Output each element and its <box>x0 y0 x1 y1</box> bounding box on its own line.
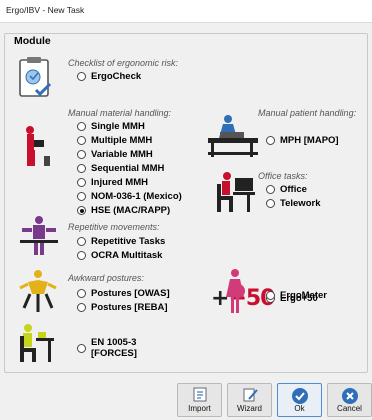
radio-office[interactable]: Office <box>266 184 307 195</box>
radio-label: Variable MMH <box>91 149 153 160</box>
radio-button[interactable] <box>77 343 86 353</box>
radio-button[interactable] <box>77 122 86 131</box>
repetitive-figure-icon <box>20 216 58 255</box>
cancel-label: Cancel <box>337 404 362 413</box>
radio-label: Sequential MMH <box>91 163 165 174</box>
radio-button[interactable] <box>77 237 86 246</box>
module-group-label: Module <box>12 35 53 47</box>
radio-repetitive-tasks[interactable]: Repetitive Tasks <box>77 236 165 247</box>
radio-button[interactable] <box>266 199 275 208</box>
radio-injured-mmh[interactable]: Injured MMH <box>77 177 148 188</box>
wizard-icon <box>243 388 258 402</box>
wizard-button[interactable]: Wizard <box>227 383 272 417</box>
close-icon <box>341 388 358 404</box>
window-title: Ergo/IBV - New Task <box>6 5 85 15</box>
cancel-button[interactable]: Cancel <box>327 383 372 417</box>
radio-label: MPH [MAPO] <box>280 135 339 146</box>
radio-multiple-mmh[interactable]: Multiple MMH <box>77 135 152 146</box>
radio-telework[interactable]: Telework <box>266 198 320 209</box>
checklist-caption: Checklist of ergonomic risk: <box>68 58 179 68</box>
wizard-label: Wizard <box>237 404 262 413</box>
awkward-caption: Awkward postures: <box>68 273 144 283</box>
radio-button[interactable] <box>77 164 86 173</box>
import-icon <box>193 387 206 402</box>
radio-button-selected[interactable] <box>77 206 86 215</box>
radio-button[interactable] <box>77 289 86 298</box>
radio-mph-mapo[interactable]: MPH [MAPO] <box>266 135 339 146</box>
radio-label: Injured MMH <box>91 177 148 188</box>
radio-button[interactable] <box>77 192 86 201</box>
radio-postures-owas[interactable]: Postures [OWAS] <box>77 288 170 299</box>
radio-button[interactable] <box>77 150 86 159</box>
radio-button[interactable] <box>77 303 86 312</box>
radio-label-line1: EN 1005-3 <box>91 337 137 348</box>
radio-label: Office <box>280 184 307 195</box>
radio-ergocheck[interactable]: ErgoCheck <box>77 71 141 82</box>
office-task-icon <box>217 172 255 212</box>
radio-label: Telework <box>280 198 321 209</box>
ergomater-figure-icon <box>226 269 245 313</box>
import-label: Import <box>188 404 211 413</box>
radio-label: ErgoMater <box>280 290 327 301</box>
radio-ocra-multitask[interactable]: OCRA Multitask <box>77 250 162 261</box>
radio-variable-mmh[interactable]: Variable MMH <box>77 149 153 160</box>
office-caption: Office tasks: <box>258 171 308 181</box>
patient-caption: Manual patient handling: <box>258 108 357 118</box>
radio-button[interactable] <box>77 178 86 187</box>
radio-button[interactable] <box>77 72 86 81</box>
radio-label: Postures [OWAS] <box>91 288 170 299</box>
repetitive-caption: Repetitive movements: <box>68 222 160 232</box>
ok-label: Ok <box>294 404 305 413</box>
radio-label-line2: [FORCES] <box>91 348 137 359</box>
forces-figure-icon <box>20 324 54 362</box>
radio-label: HSE (MAC/RAPP) <box>91 205 171 216</box>
radio-sequential-mmh[interactable]: Sequential MMH <box>77 163 164 174</box>
radio-button[interactable] <box>77 251 86 260</box>
radio-postures-reba[interactable]: Postures [REBA] <box>77 302 168 313</box>
awkward-posture-icon <box>19 270 57 312</box>
mmh-figure-icon <box>26 126 50 166</box>
check-icon <box>291 388 308 404</box>
radio-label: ErgoCheck <box>91 71 142 82</box>
radio-button[interactable] <box>77 136 86 145</box>
window-titlebar: Ergo/IBV - New Task <box>0 0 372 23</box>
radio-label: EN 1005-3 [FORCES] <box>91 337 137 359</box>
radio-label: Repetitive Tasks <box>91 236 166 247</box>
radio-label: NOM-036-1 (Mexico) <box>91 191 182 202</box>
ok-button[interactable]: Ok <box>277 383 322 417</box>
radio-button[interactable] <box>266 185 275 194</box>
radio-button[interactable] <box>266 291 275 300</box>
patient-handling-icon <box>208 115 258 157</box>
ergocheck-icon <box>19 57 52 97</box>
radio-label: Single MMH <box>91 121 145 132</box>
radio-label: Multiple MMH <box>91 135 153 146</box>
radio-en-1005-3[interactable]: EN 1005-3 [FORCES] <box>77 337 137 359</box>
radio-hse-mac-rapp[interactable]: HSE (MAC/RAPP) <box>77 205 170 216</box>
radio-label: Postures [REBA] <box>91 302 168 313</box>
radio-ergomater[interactable]: ErgoMater <box>266 290 327 301</box>
import-button[interactable]: Import <box>177 383 222 417</box>
radio-button[interactable] <box>266 136 275 145</box>
radio-nom-036-1[interactable]: NOM-036-1 (Mexico) <box>77 191 182 202</box>
radio-single-mmh[interactable]: Single MMH <box>77 121 145 132</box>
mmh-caption: Manual material handling: <box>68 108 172 118</box>
radio-label: OCRA Multitask <box>91 250 163 261</box>
